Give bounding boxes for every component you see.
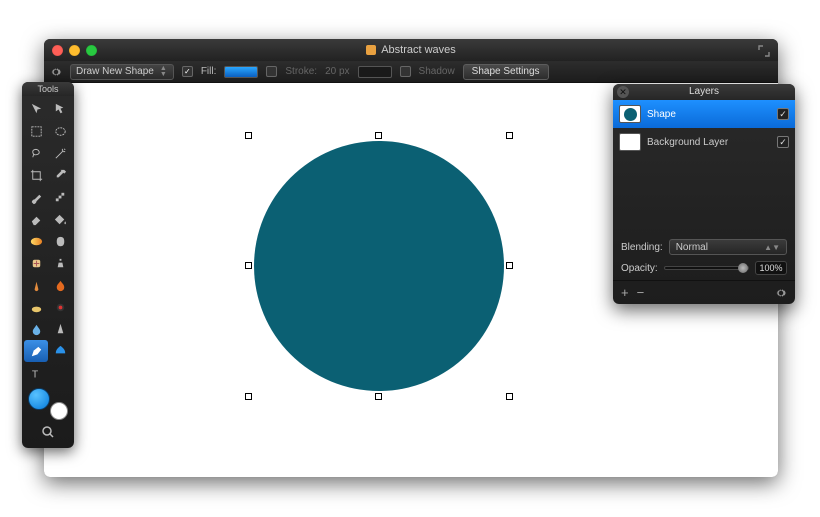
layer-thumbnail <box>619 105 641 123</box>
tools-panel-title: Tools <box>22 82 74 96</box>
layer-name: Background Layer <box>647 137 771 148</box>
stepper-icon: ▲▼ <box>160 66 168 78</box>
layers-panel[interactable]: ✕ Layers Shape ✓ Background Layer ✓ Blen… <box>613 84 795 304</box>
brush-tool[interactable] <box>24 186 48 208</box>
layers-footer: + − <box>613 280 795 304</box>
tools-panel[interactable]: Tools T <box>22 82 74 448</box>
layers-panel-title-text: Layers <box>689 86 719 97</box>
color-wells[interactable] <box>26 388 70 420</box>
layer-row[interactable]: Shape ✓ <box>613 100 795 128</box>
visibility-toggle[interactable]: ✓ <box>777 108 789 120</box>
foreground-color-well[interactable] <box>28 388 50 410</box>
burn-tool[interactable] <box>48 274 72 296</box>
tools-grid: T <box>22 96 74 386</box>
opacity-slider[interactable] <box>664 266 749 270</box>
opacity-label: Opacity: <box>621 263 658 274</box>
move-tool[interactable] <box>24 98 48 120</box>
layers-empty-area <box>613 156 795 236</box>
remove-layer-button[interactable]: − <box>637 285 645 300</box>
chevron-updown-icon: ▲▼ <box>764 243 780 252</box>
opacity-row: Opacity: 100% <box>613 258 795 278</box>
fill-toggle[interactable] <box>182 66 193 77</box>
window-title-text: Abstract waves <box>381 44 456 56</box>
blending-row: Blending: Normal ▲▼ <box>613 236 795 258</box>
handle-top-right[interactable] <box>506 132 513 139</box>
zoom-tool[interactable] <box>22 422 74 442</box>
shadow-toggle[interactable] <box>400 66 411 77</box>
fullscreen-icon[interactable] <box>758 44 770 56</box>
opacity-value[interactable]: 100% <box>755 261 787 275</box>
handle-bottom-middle[interactable] <box>375 393 382 400</box>
marquee-tool[interactable] <box>24 120 48 142</box>
handle-bottom-left[interactable] <box>245 393 252 400</box>
warp-tool[interactable] <box>48 230 72 252</box>
ellipse-select-tool[interactable] <box>48 120 72 142</box>
transform-tool[interactable] <box>48 98 72 120</box>
visibility-toggle[interactable]: ✓ <box>777 136 789 148</box>
layer-name: Shape <box>647 109 771 120</box>
background-color-well[interactable] <box>50 402 68 420</box>
stroke-width[interactable]: 20 px <box>325 66 349 77</box>
blending-value: Normal <box>676 242 708 253</box>
handle-top-middle[interactable] <box>375 132 382 139</box>
handle-top-left[interactable] <box>245 132 252 139</box>
add-layer-button[interactable]: + <box>621 285 629 300</box>
close-icon[interactable]: ✕ <box>617 86 629 98</box>
shape-settings-button[interactable]: Shape Settings <box>463 64 549 80</box>
sponge-tool[interactable] <box>24 296 48 318</box>
eraser-tool[interactable] <box>24 208 48 230</box>
layers-panel-title[interactable]: ✕ Layers <box>613 84 795 100</box>
gear-icon[interactable] <box>50 66 62 78</box>
shape-tool[interactable] <box>48 340 72 362</box>
crop-tool[interactable] <box>24 164 48 186</box>
smudge-tool[interactable] <box>24 274 48 296</box>
blending-label: Blending: <box>621 242 663 253</box>
layer-thumbnail <box>619 133 641 151</box>
selection-box <box>249 136 509 396</box>
healing-tool[interactable] <box>24 252 48 274</box>
handle-bottom-right[interactable] <box>506 393 513 400</box>
shadow-label: Shadow <box>419 66 455 77</box>
pixel-brush-tool[interactable] <box>48 186 72 208</box>
eyedropper-tool[interactable] <box>48 164 72 186</box>
layer-row[interactable]: Background Layer ✓ <box>613 128 795 156</box>
handle-middle-right[interactable] <box>506 262 513 269</box>
wand-tool[interactable] <box>48 142 72 164</box>
clone-tool[interactable] <box>48 252 72 274</box>
fill-label: Fill: <box>201 66 217 77</box>
stroke-label: Stroke: <box>285 66 317 77</box>
pen-tool[interactable] <box>24 340 48 362</box>
fill-swatch[interactable] <box>224 66 258 78</box>
handle-middle-left[interactable] <box>245 262 252 269</box>
bucket-tool[interactable] <box>48 208 72 230</box>
document-icon <box>366 45 376 55</box>
blur-tool[interactable] <box>24 318 48 340</box>
svg-text:T: T <box>31 369 38 380</box>
stroke-swatch[interactable] <box>358 66 392 78</box>
red-eye-tool[interactable] <box>48 296 72 318</box>
shape-mode-value: Draw New Shape <box>76 66 154 77</box>
gear-icon[interactable] <box>775 287 787 299</box>
window-title: Abstract waves <box>44 44 778 56</box>
options-bar: Draw New Shape ▲▼ Fill: Stroke: 20 px Sh… <box>44 61 778 83</box>
lasso-tool[interactable] <box>24 142 48 164</box>
text-tool[interactable]: T <box>24 362 48 384</box>
titlebar[interactable]: Abstract waves <box>44 39 778 61</box>
slider-knob[interactable] <box>738 263 748 273</box>
shape-mode-dropdown[interactable]: Draw New Shape ▲▼ <box>70 64 174 80</box>
stroke-toggle[interactable] <box>266 66 277 77</box>
sharpen-tool[interactable] <box>48 318 72 340</box>
gradient-tool[interactable] <box>24 230 48 252</box>
blending-dropdown[interactable]: Normal ▲▼ <box>669 239 787 255</box>
